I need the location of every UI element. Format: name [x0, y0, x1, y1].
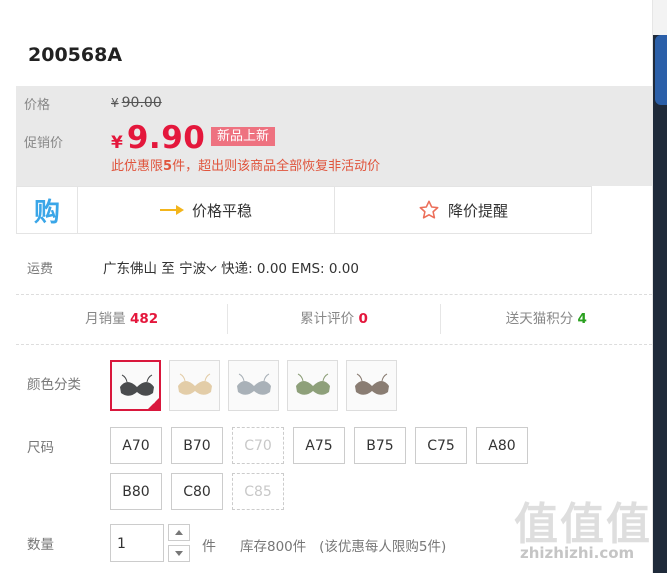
star-icon	[419, 200, 439, 219]
size-option[interactable]: C80	[171, 473, 223, 510]
size-option: C70	[232, 427, 284, 464]
points-label: 送天猫积分	[505, 311, 574, 327]
bra-thumbnail	[237, 373, 271, 395]
monthly-sales-value: 482	[129, 311, 159, 327]
product-title: 200568A	[28, 44, 123, 66]
limit-note: 此优惠限5件，超出则该商品全部恢复非活动价	[111, 155, 380, 174]
size-option[interactable]: C75	[415, 427, 467, 464]
shipping-fees: 快递: 0.00 EMS: 0.00	[221, 261, 359, 277]
reviews-value: 0	[358, 311, 368, 327]
side-tab[interactable]	[655, 35, 667, 105]
promo-price-value: 9.90	[126, 120, 206, 156]
color-swatch[interactable]	[110, 360, 161, 411]
caret-up-icon	[175, 530, 183, 535]
chevron-down-icon	[206, 261, 217, 272]
arrow-right-icon	[159, 204, 184, 216]
ship-to-word: 至	[161, 261, 175, 277]
stats-bar: 月销量 482 累计评价 0 送天猫积分 4	[16, 304, 652, 334]
destination-value: 宁波	[179, 261, 207, 277]
color-swatch-list	[110, 360, 397, 411]
stock-count: 库存800件	[240, 539, 307, 555]
ship-from: 广东佛山	[103, 261, 157, 277]
points-value: 4	[577, 311, 587, 327]
bra-thumbnail	[296, 373, 330, 395]
side-scrollbar-strip	[652, 0, 667, 573]
size-option[interactable]: B75	[354, 427, 406, 464]
size-option[interactable]: B70	[171, 427, 223, 464]
original-price-label: 价格	[24, 98, 51, 113]
size-option[interactable]: B80	[110, 473, 162, 510]
size-option-list: A70 B70 C70 A75 B75 C75 A80 B80 C80 C85	[110, 427, 580, 510]
color-label: 颜色分类	[27, 377, 81, 393]
size-option[interactable]: A80	[476, 427, 528, 464]
purchase-limit: (该优惠每人限购5件)	[319, 539, 447, 555]
divider	[16, 344, 652, 345]
color-swatch[interactable]	[228, 360, 279, 411]
tmall-points: 送天猫积分 4	[439, 304, 652, 334]
original-price-value: 90.00	[121, 95, 162, 111]
stock-info: 库存800件 (该优惠每人限购5件)	[240, 535, 446, 555]
bra-thumbnail	[355, 373, 389, 395]
quantity-unit: 件	[202, 539, 216, 555]
divider	[16, 294, 652, 295]
size-option[interactable]: A75	[293, 427, 345, 464]
color-swatch[interactable]	[169, 360, 220, 411]
total-reviews[interactable]: 累计评价 0	[227, 304, 439, 334]
quantity-increase-button[interactable]	[168, 524, 190, 541]
limit-note-suffix: 件，超出则该商品全部恢复非活动价	[172, 159, 381, 174]
watermark: 值值值 zhizhizhi.com	[514, 488, 654, 570]
price-stable-label: 价格平稳	[191, 201, 252, 220]
new-arrival-badge: 新品上新	[211, 127, 276, 146]
limit-note-prefix: 此优惠限	[111, 159, 164, 174]
size-label: 尺码	[27, 440, 54, 456]
currency-symbol: ¥	[111, 96, 119, 110]
bra-thumbnail	[120, 374, 154, 396]
original-price: ¥90.00	[111, 95, 162, 111]
gou-glyph: 购	[33, 197, 60, 228]
color-swatch[interactable]	[346, 360, 397, 411]
shipping-info: 广东佛山 至 宁波 快递: 0.00 EMS: 0.00	[103, 257, 359, 277]
monthly-sales: 月销量 482	[16, 304, 227, 334]
quantity-input[interactable]: 1	[110, 524, 164, 562]
promo-currency-symbol: ¥	[111, 133, 123, 153]
watermark-logo: 值值值	[514, 499, 652, 550]
size-option: C85	[232, 473, 284, 510]
selected-check-icon	[147, 397, 159, 409]
promo-price-label: 促销价	[24, 136, 64, 151]
caret-down-icon	[175, 551, 183, 556]
quantity-decrease-button[interactable]	[168, 545, 190, 562]
price-alert-button[interactable]: 降价提醒	[334, 187, 591, 233]
size-option[interactable]: A70	[110, 427, 162, 464]
reviews-label: 累计评价	[300, 311, 355, 327]
shipping-label: 运费	[27, 262, 54, 277]
destination-select[interactable]: 宁波	[179, 261, 221, 277]
monthly-sales-label: 月销量	[85, 311, 126, 327]
product-page: 200568A 价格 ¥90.00 促销价 ¥9.90 新品上新 此优惠限5件，…	[0, 0, 667, 573]
gou-icon[interactable]: 购	[17, 187, 78, 233]
price-panel: 价格 ¥90.00 促销价 ¥9.90 新品上新 此优惠限5件，超出则该商品全部…	[16, 86, 652, 186]
limit-count: 5	[163, 159, 173, 174]
price-alert-label: 降价提醒	[447, 201, 508, 220]
promo-price: ¥9.90	[111, 120, 205, 156]
quantity-label: 数量	[27, 537, 54, 553]
color-swatch[interactable]	[287, 360, 338, 411]
price-stable-button[interactable]: 价格平稳	[78, 187, 334, 233]
watermark-url: zhizhizhi.com	[520, 544, 635, 562]
bra-thumbnail	[178, 373, 212, 395]
price-service-bar: 购 价格平稳 降价提醒	[16, 186, 592, 234]
side-panel	[653, 35, 667, 573]
